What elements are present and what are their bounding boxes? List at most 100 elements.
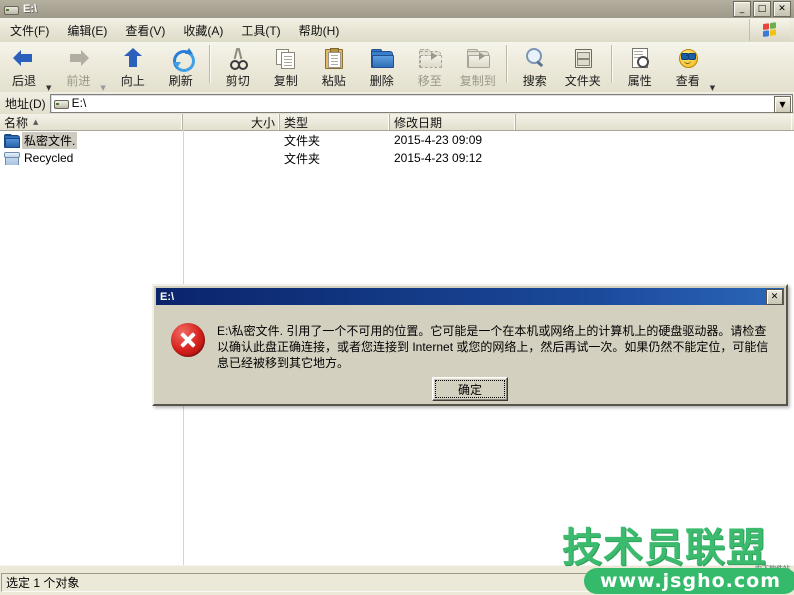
table-row[interactable]: Recycled 文件夹 2015-4-23 09:12	[0, 149, 794, 167]
cell-modified: 2015-4-23 09:12	[394, 151, 483, 165]
address-bar: 地址(D) E:\ ▼	[0, 92, 794, 115]
column-header-type[interactable]: 类型	[280, 114, 390, 130]
dialog-message: E:\私密文件. 引用了一个不可用的位置。它可能是一个在本机或网络上的计算机上的…	[217, 324, 769, 370]
address-dropdown-button[interactable]: ▼	[774, 95, 791, 113]
arrow-up-icon	[122, 45, 144, 71]
dialog-button-row: 确定	[156, 377, 784, 401]
file-name: 私密文件.	[22, 131, 78, 149]
status-segment-2	[606, 573, 696, 592]
toolbar-copy-button[interactable]: 复制	[262, 42, 310, 89]
toolbar-refresh-label: 刷新	[168, 74, 193, 88]
dialog-body: E:\私密文件. 引用了一个不可用的位置。它可能是一个在本机或网络上的计算机上的…	[156, 305, 784, 404]
arrow-right-icon	[67, 45, 90, 71]
toolbar-separator	[505, 45, 507, 83]
toolbar-copyto-button[interactable]: 复制到	[454, 42, 502, 89]
toolbar-properties-button[interactable]: 属性	[616, 42, 664, 89]
file-name: Recycled	[24, 151, 74, 165]
delete-folder-icon	[370, 45, 394, 71]
toolbar-search-label: 搜索	[522, 74, 547, 88]
toolbar-views-label: 查看	[675, 74, 700, 88]
status-segment-3	[696, 573, 791, 592]
search-icon	[525, 45, 545, 71]
dialog-close-button[interactable]: ✕	[766, 289, 783, 305]
cell-name: 私密文件.	[0, 131, 183, 149]
cell-modified: 2015-4-23 09:09	[394, 133, 483, 147]
windows-flag-icon	[749, 19, 790, 41]
cell-name: Recycled	[0, 151, 183, 165]
toolbar-refresh-button[interactable]: 刷新	[157, 42, 205, 89]
drive-icon	[3, 2, 19, 16]
status-bar: 选定 1 个对象	[0, 565, 794, 595]
arrow-left-icon	[13, 45, 35, 71]
column-header-modified[interactable]: 修改日期	[390, 114, 516, 130]
forward-history-chevron-down-icon[interactable]: ▼	[100, 84, 105, 92]
address-value: E:\	[71, 96, 87, 110]
back-history-chevron-down-icon[interactable]: ▼	[46, 84, 51, 92]
toolbar-delete-label: 删除	[369, 74, 394, 88]
cell-type: 文件夹	[284, 133, 321, 148]
menu-help[interactable]: 帮助(H)	[291, 19, 348, 42]
toolbar-moveto-button[interactable]: 移至	[406, 42, 454, 89]
window-titlebar: E:\ _ □ ✕	[0, 0, 794, 19]
toolbar-up-button[interactable]: 向上	[109, 42, 157, 89]
error-icon	[171, 323, 205, 357]
toolbar-moveto-label: 移至	[417, 74, 442, 88]
column-header-name[interactable]: 名称 ▲	[0, 114, 183, 130]
toolbar-forward-button[interactable]: 前进	[54, 42, 102, 89]
recycle-bin-icon	[4, 151, 20, 165]
toolbar-copy-label: 复制	[273, 74, 298, 88]
toolbar-properties-label: 属性	[627, 74, 652, 88]
clipboard-icon	[324, 45, 344, 71]
column-header-size[interactable]: 大小	[183, 114, 280, 130]
refresh-icon	[170, 45, 195, 72]
toolbar-up-label: 向上	[120, 74, 145, 88]
sort-ascending-icon: ▲	[33, 118, 39, 126]
table-row[interactable]: 私密文件. 文件夹 2015-4-23 09:09	[0, 131, 794, 149]
menu-file[interactable]: 文件(F)	[2, 19, 57, 42]
toolbar-folders-button[interactable]: 文件夹	[559, 42, 607, 89]
menu-tools[interactable]: 工具(T)	[233, 19, 288, 42]
toolbar-separator	[208, 45, 210, 83]
toolbar-paste-label: 粘贴	[321, 74, 346, 88]
dialog-title: E:\	[160, 290, 175, 303]
copy-documents-icon	[275, 45, 296, 71]
toolbar-delete-button[interactable]: 删除	[358, 42, 406, 89]
column-header-filler	[516, 114, 792, 130]
toolbar-forward-label: 前进	[66, 74, 91, 88]
folder-icon	[4, 133, 20, 148]
toolbar-views-button[interactable]: 查看	[664, 42, 712, 89]
toolbar-cut-button[interactable]: 剪切	[214, 42, 262, 89]
error-dialog: E:\ ✕ E:\私密文件. 引用了一个不可用的位置。它可能是一个在本机或网络上…	[152, 284, 788, 406]
scissors-icon	[228, 45, 248, 71]
folders-pane-icon	[573, 45, 593, 71]
window-controls: _ □ ✕	[733, 1, 791, 17]
toolbar-copyto-label: 复制到	[459, 74, 496, 88]
toolbar-cut-label: 剪切	[225, 74, 250, 88]
drive-icon	[53, 98, 69, 109]
toolbar-separator	[610, 45, 612, 83]
focus-outline	[435, 380, 505, 398]
views-chevron-down-icon[interactable]: ▼	[710, 84, 715, 92]
toolbar-paste-button[interactable]: 粘贴	[310, 42, 358, 89]
properties-icon	[630, 45, 650, 71]
move-to-folder-icon	[418, 45, 442, 71]
window-title: E:\	[23, 3, 38, 15]
close-button[interactable]: ✕	[773, 1, 791, 17]
dialog-titlebar: E:\ ✕	[156, 288, 784, 305]
file-rows: 私密文件. 文件夹 2015-4-23 09:09 Recycled 文件夹 2…	[0, 131, 794, 167]
menu-favorites[interactable]: 收藏(A)	[175, 19, 231, 42]
menu-view[interactable]: 查看(V)	[117, 19, 173, 42]
address-input[interactable]: E:\ ▼	[49, 93, 793, 113]
toolbar-search-button[interactable]: 搜索	[511, 42, 559, 89]
menu-edit[interactable]: 编辑(E)	[59, 19, 115, 42]
toolbar-folders-label: 文件夹	[564, 74, 601, 88]
toolbar-back-label: 后退	[11, 74, 36, 88]
toolbar-back-button[interactable]: 后退	[0, 42, 48, 89]
minimize-button[interactable]: _	[733, 1, 751, 17]
maximize-button[interactable]: □	[753, 1, 771, 17]
cell-type: 文件夹	[284, 151, 321, 166]
resize-grip-icon[interactable]	[778, 580, 792, 594]
ok-button[interactable]: 确定	[432, 377, 508, 401]
menubar: 文件(F) 编辑(E) 查看(V) 收藏(A) 工具(T) 帮助(H)	[0, 18, 794, 43]
explorer-window: E:\ _ □ ✕ 文件(F) 编辑(E) 查看(V) 收藏(A) 工具(T) …	[0, 0, 794, 595]
